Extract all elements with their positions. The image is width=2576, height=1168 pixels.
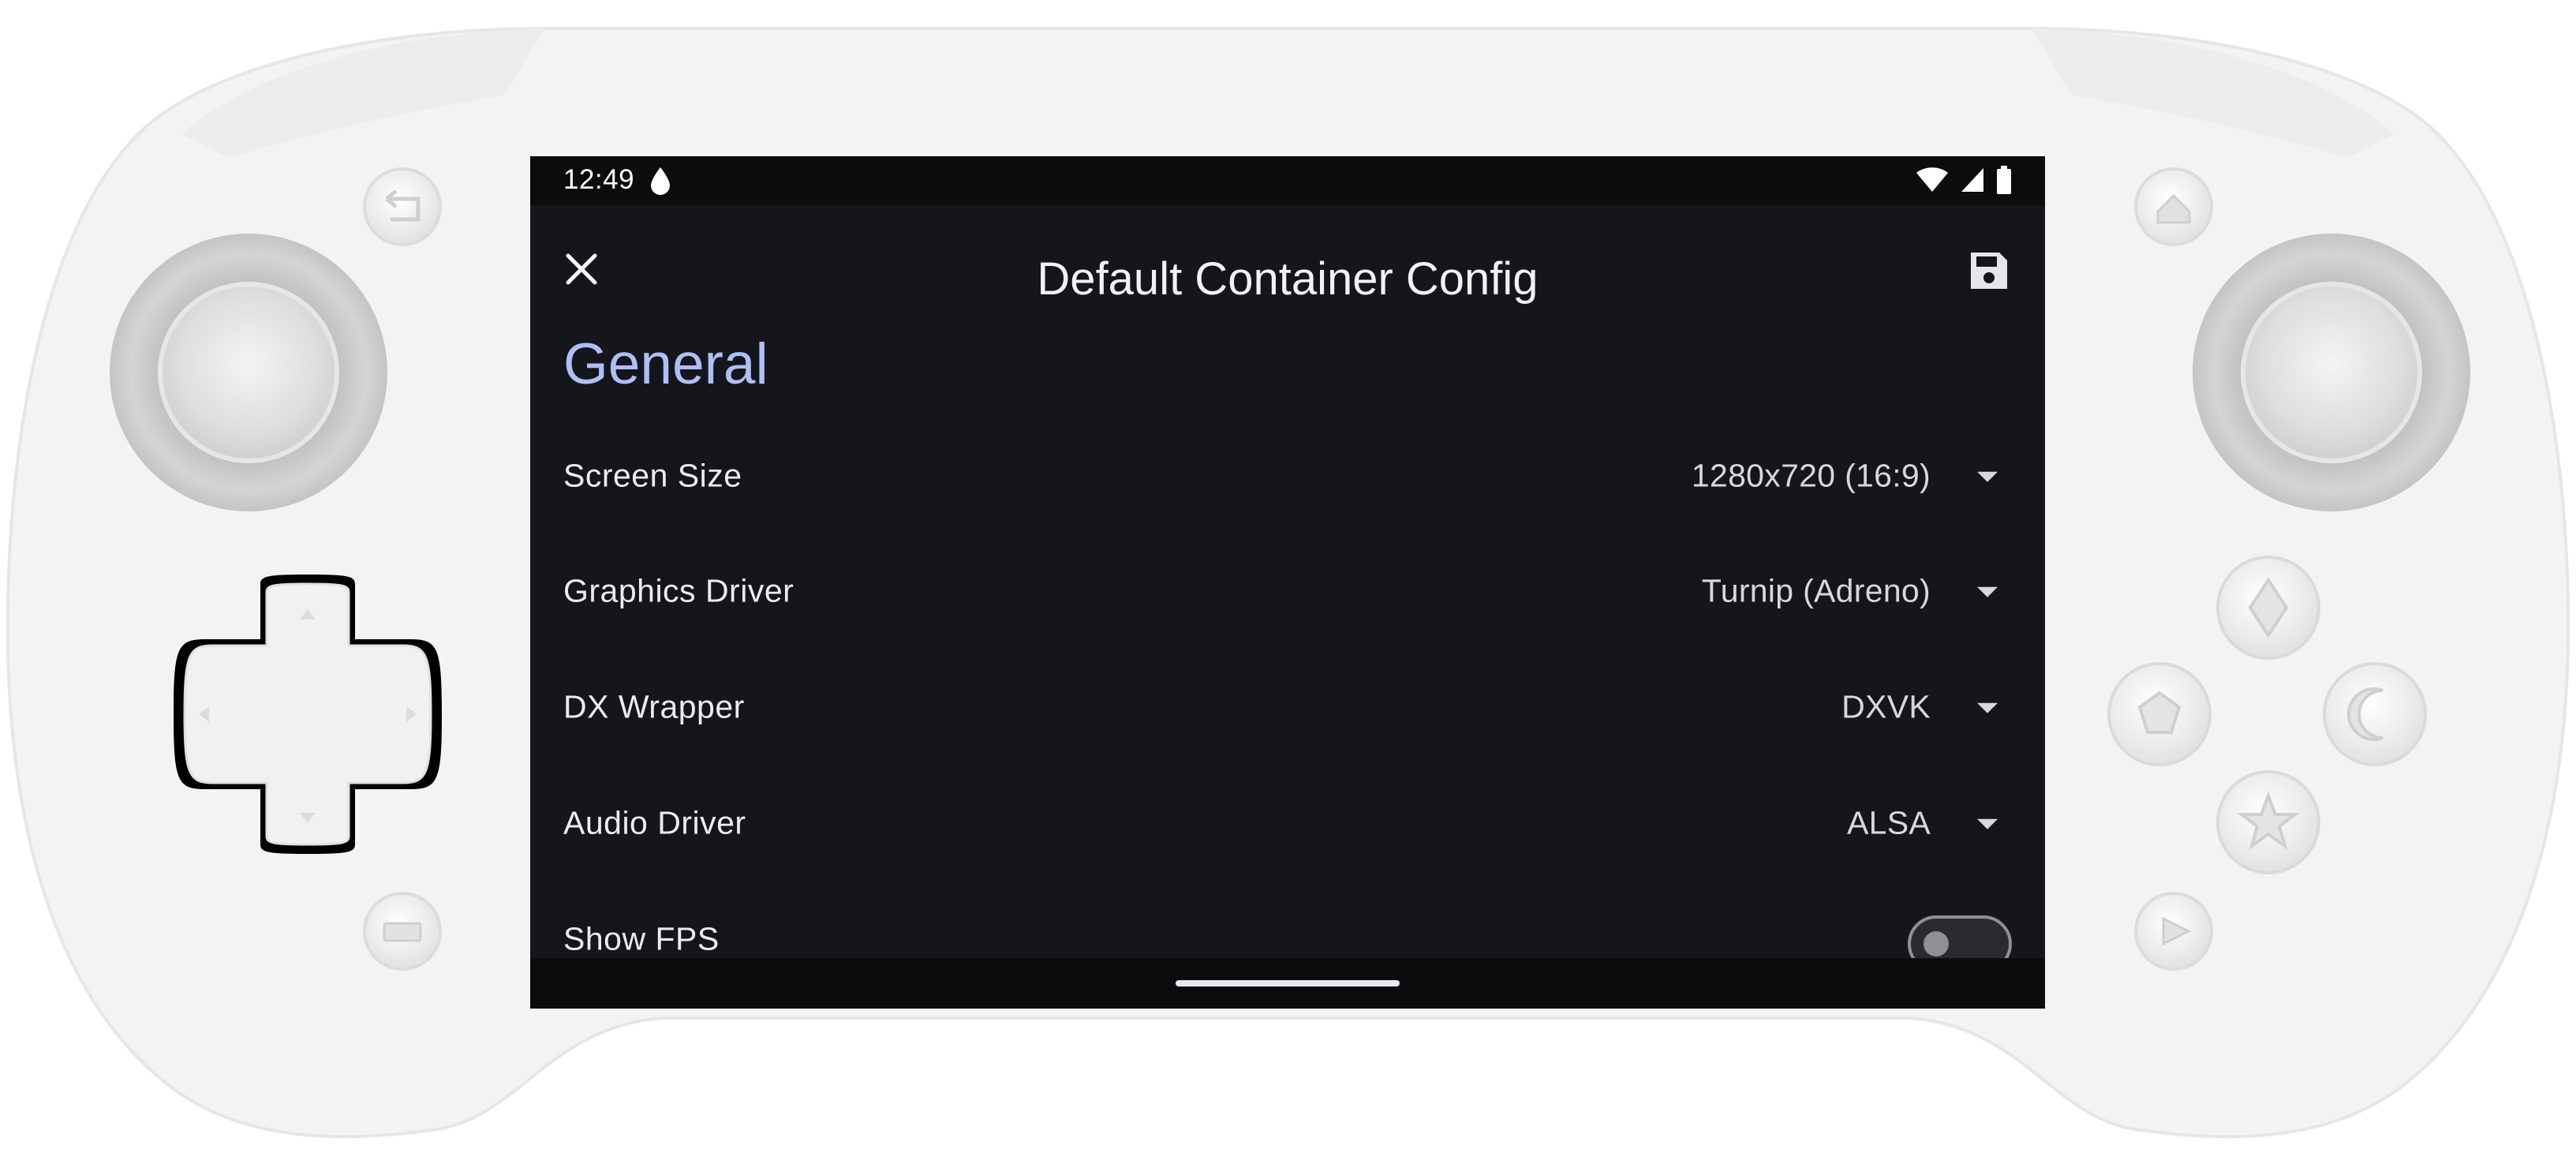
setting-label: Graphics Driver	[563, 572, 794, 609]
page-title: Default Container Config	[1037, 253, 1538, 305]
setting-label: Show FPS	[563, 920, 720, 957]
save-icon	[1971, 253, 2007, 289]
home-gesture-handle[interactable]	[1176, 980, 1400, 986]
setting-row-dx-wrapper[interactable]: DX Wrapper DXVK	[530, 652, 2045, 762]
water-drop-icon	[649, 166, 672, 200]
setting-label: Audio Driver	[563, 804, 746, 841]
status-icons	[1916, 166, 2012, 198]
setting-value[interactable]: 1280x720 (16:9)	[1692, 458, 1931, 495]
section-title-general: General	[563, 332, 768, 396]
device-screen: 12:49 Default Container Config General S…	[530, 156, 2045, 1009]
dropdown-arrow-icon[interactable]	[1977, 818, 1998, 829]
save-button[interactable]	[1966, 248, 2012, 294]
status-time: 12:49	[563, 164, 635, 195]
setting-label: DX Wrapper	[563, 688, 745, 725]
battery-icon	[1996, 166, 2012, 198]
status-bar: 12:49	[530, 156, 2045, 205]
setting-value[interactable]: DXVK	[1841, 689, 1931, 726]
app-bar: Default Container Config	[530, 205, 2045, 331]
setting-label: Screen Size	[563, 457, 742, 494]
cellular-icon	[1960, 167, 1985, 197]
setting-value[interactable]: Turnip (Adreno)	[1702, 573, 1931, 610]
setting-value[interactable]: ALSA	[1847, 805, 1931, 842]
dropdown-arrow-icon[interactable]	[1977, 471, 1998, 482]
wifi-icon	[1916, 167, 1949, 197]
dropdown-arrow-icon[interactable]	[1977, 702, 1998, 713]
dropdown-arrow-icon[interactable]	[1977, 586, 1998, 597]
setting-row-audio-driver[interactable]: Audio Driver ALSA	[530, 768, 2045, 878]
setting-row-screen-size[interactable]: Screen Size 1280x720 (16:9)	[530, 421, 2045, 531]
setting-row-graphics-driver[interactable]: Graphics Driver Turnip (Adreno)	[530, 536, 2045, 646]
navigation-bar	[530, 958, 2045, 1009]
toggle-knob	[1924, 931, 1949, 956]
